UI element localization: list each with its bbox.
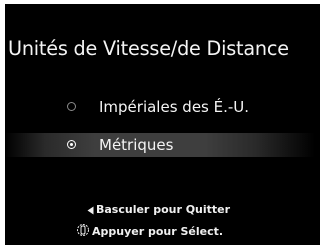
back-hint: Basculer pour Quitter [87,203,230,217]
radio-unselected-icon [67,102,76,111]
screen-title: Unités de Vitesse/de Distance [8,37,289,60]
option-metric[interactable]: Métriques [5,133,320,157]
option-imperial[interactable]: Impériales des É.-U. [5,95,320,119]
settings-screen: Unités de Vitesse/de Distance Impériales… [5,4,320,245]
option-label: Impériales des É.-U. [99,98,250,116]
select-hint-text: Appuyer pour Sélect. [92,225,224,238]
select-hint: Appuyer pour Sélect. [76,223,223,239]
radio-selected-icon [67,140,76,149]
option-label: Métriques [99,136,174,154]
left-triangle-icon [87,206,94,215]
back-hint-text: Basculer pour Quitter [96,203,231,216]
dial-press-icon [77,224,89,236]
